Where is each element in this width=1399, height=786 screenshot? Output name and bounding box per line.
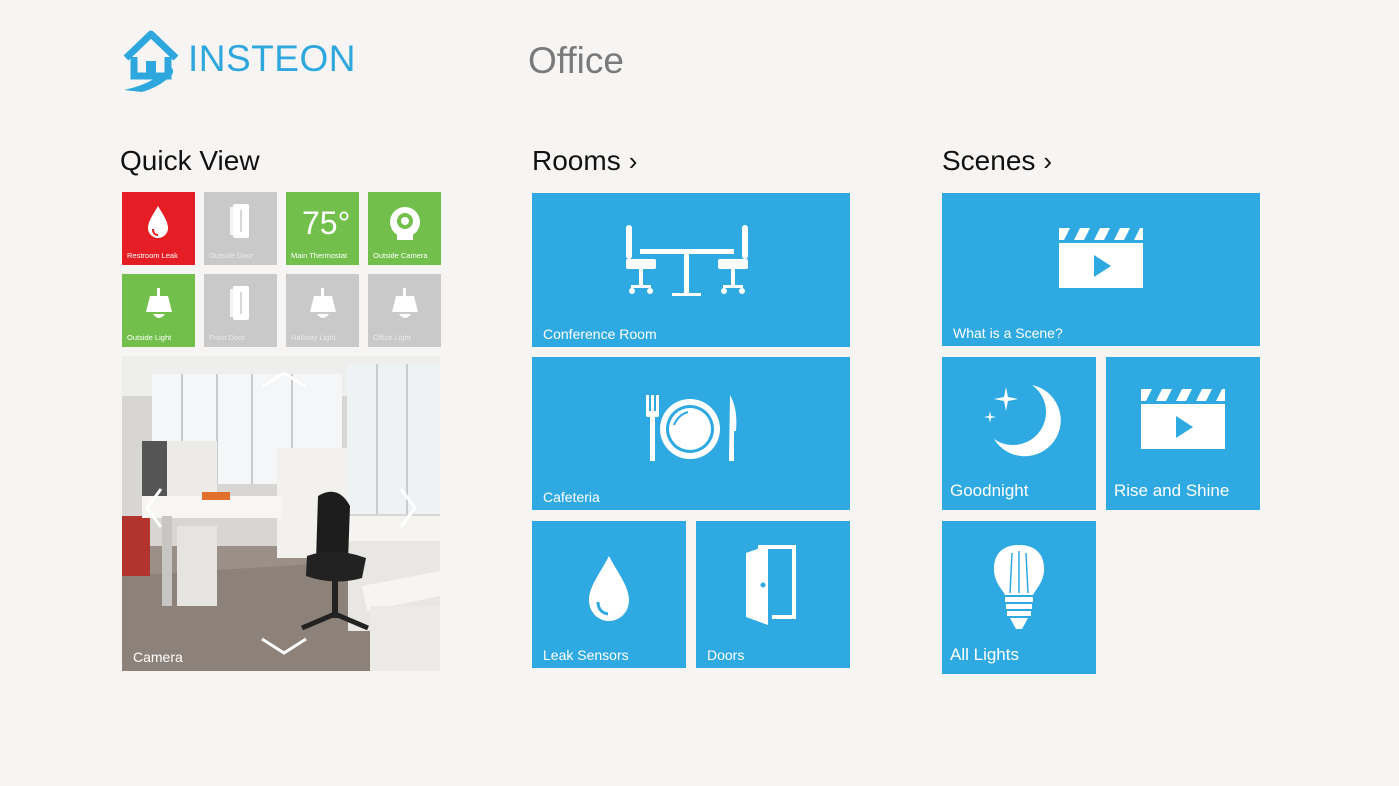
quick-tile-outside-door[interactable]: Outside Door (204, 192, 277, 265)
tile-label: All Lights (950, 645, 1019, 664)
tile-label: Main Thermostat (291, 251, 348, 260)
tile-label: Front Door (209, 333, 245, 342)
house-logo-icon (123, 30, 179, 92)
scene-tile-goodnight[interactable]: Goodnight (942, 357, 1096, 510)
water-drop-icon (589, 556, 629, 621)
section-title-quick-view: Quick View (120, 145, 260, 176)
tile-label: Hallway Light (291, 333, 336, 342)
chevron-right-icon: › (1043, 146, 1053, 176)
quick-tile-front-door[interactable]: Front Door (204, 274, 277, 347)
scene-tile-all-lights[interactable]: All Lights (942, 521, 1096, 674)
camera-feed-tile[interactable]: Camera (122, 356, 440, 671)
chevron-right-icon[interactable] (398, 486, 418, 530)
brand-logo: INSTEON (122, 28, 355, 96)
brand-name: INSTEON (188, 38, 356, 79)
chevron-right-icon: › (628, 146, 638, 176)
video-clapper-icon (1141, 389, 1225, 449)
quick-tile-outside-light[interactable]: Outside Light (122, 274, 195, 347)
tile-label: Camera (133, 649, 183, 665)
section-title-scenes[interactable]: Scenes › (942, 145, 1052, 177)
quick-tile-office-light[interactable]: Office Light (368, 274, 441, 347)
tile-label: Rise and Shine (1114, 481, 1230, 500)
tile-label: Doors (707, 647, 745, 663)
tile-label: Restroom Leak (127, 251, 178, 260)
conference-table-icon (626, 225, 748, 296)
tile-label: Outside Door (209, 251, 254, 260)
section-title-rooms[interactable]: Rooms › (532, 145, 637, 177)
office-camera-image (122, 356, 440, 671)
tile-label: Outside Light (127, 333, 172, 342)
room-tile-doors[interactable]: Doors (696, 521, 850, 668)
room-tile-conference-room[interactable]: Conference Room (532, 193, 850, 347)
light-bulb-icon (993, 545, 1045, 629)
room-tile-leak-sensors[interactable]: Leak Sensors (532, 521, 686, 668)
page-title: Office (528, 40, 624, 81)
quick-tile-main-thermostat[interactable]: 75° Main Thermostat (286, 192, 359, 265)
tile-label: Office Light (373, 333, 411, 342)
open-door-icon (746, 545, 796, 625)
scene-tile-what-is-a-scene[interactable]: What is a Scene? (942, 193, 1260, 346)
video-clapper-icon (1059, 228, 1143, 288)
chevron-left-icon[interactable] (144, 486, 164, 530)
chevron-up-icon[interactable] (259, 370, 309, 390)
tile-label: What is a Scene? (953, 325, 1063, 341)
moon-stars-icon (984, 385, 1061, 457)
tile-label: Conference Room (543, 326, 657, 342)
scenes-title-text: Scenes (942, 145, 1036, 176)
rooms-title-text: Rooms (532, 145, 621, 176)
thermostat-value: 75° (302, 205, 351, 241)
chevron-down-icon[interactable] (259, 636, 309, 656)
quick-tile-restroom-leak[interactable]: Restroom Leak (122, 192, 195, 265)
scene-tile-rise-and-shine[interactable]: Rise and Shine (1106, 357, 1260, 510)
tile-label: Outside Camera (373, 251, 428, 260)
tile-label: Goodnight (950, 481, 1029, 500)
quick-tile-hallway-light[interactable]: Hallway Light (286, 274, 359, 347)
tile-label: Cafeteria (543, 489, 600, 505)
tile-label: Leak Sensors (543, 647, 629, 663)
quick-tile-outside-camera[interactable]: Outside Camera (368, 192, 441, 265)
room-tile-cafeteria[interactable]: Cafeteria (532, 357, 850, 510)
plate-cutlery-icon (646, 395, 737, 461)
